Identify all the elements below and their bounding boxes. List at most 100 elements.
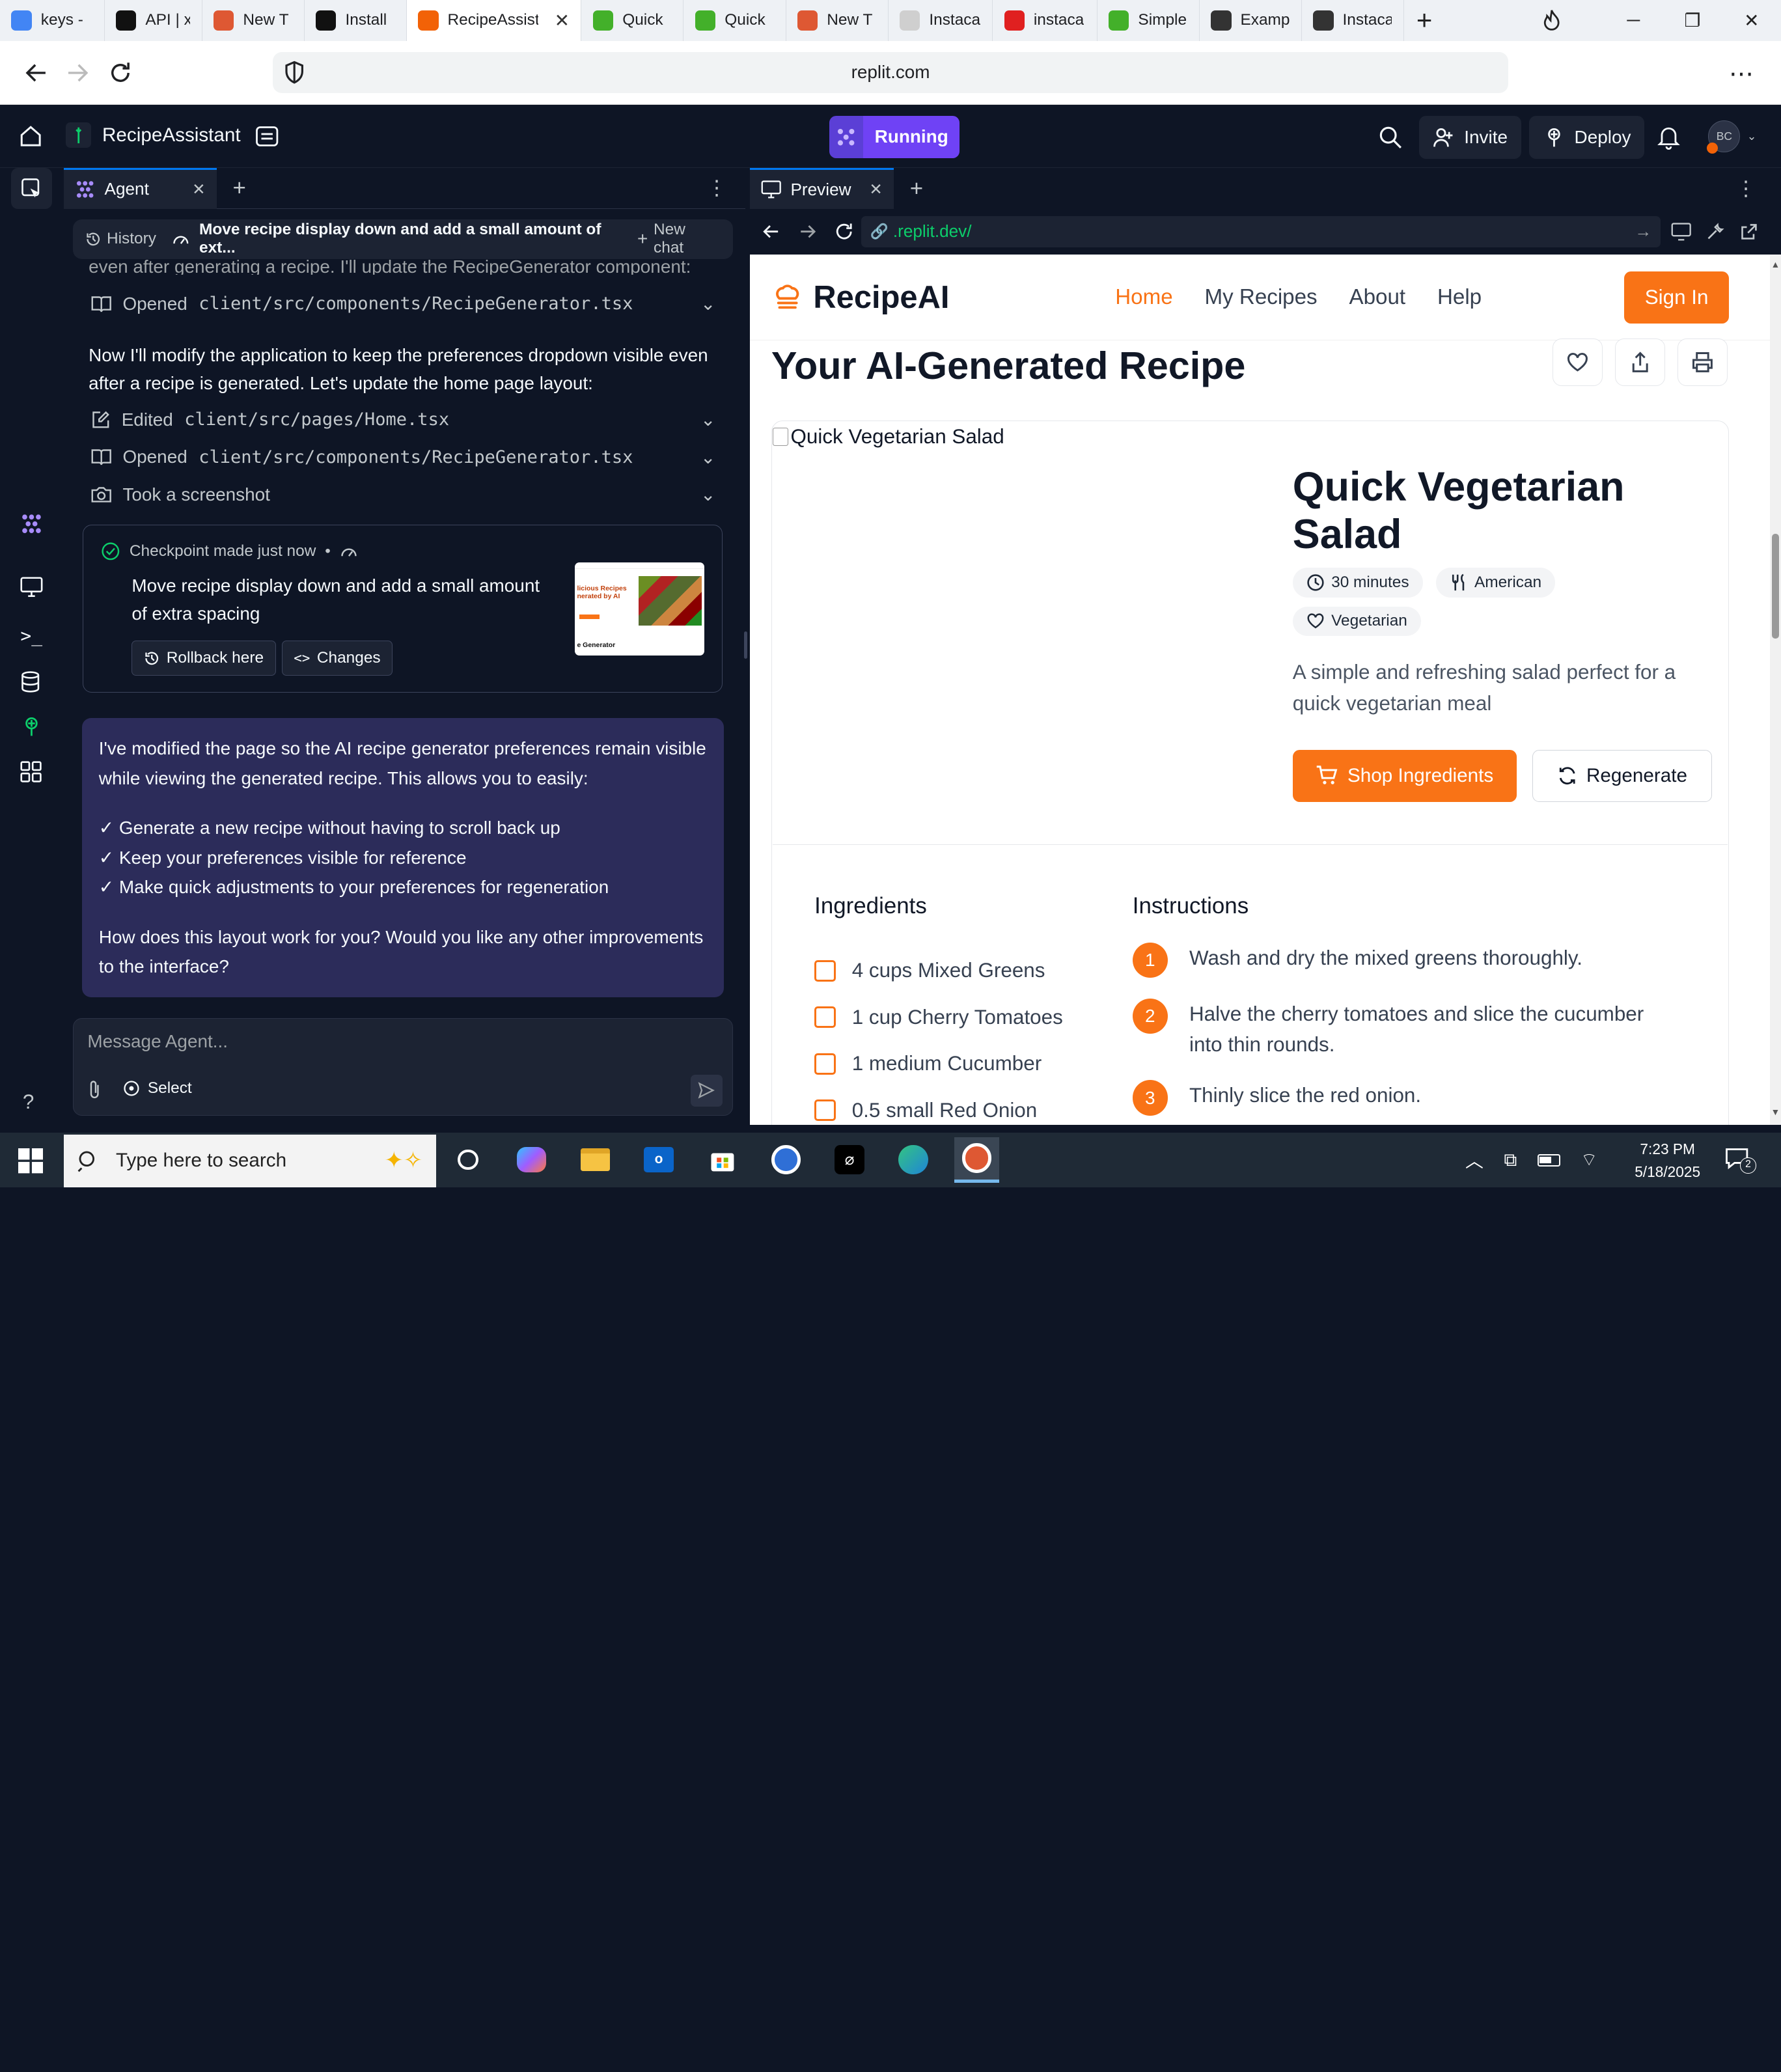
duckduckgo-taskbar-icon[interactable] [954,1137,1000,1183]
rollback-button[interactable]: Rollback here [131,641,276,676]
nav-link-home[interactable]: Home [1115,285,1172,310]
close-tab-icon[interactable]: ✕ [869,180,882,199]
tab-options-icon[interactable]: ⋮ [706,176,726,200]
message-input[interactable]: Message Agent... [87,1031,712,1052]
chat-title[interactable]: Move recipe display down and add a small… [172,221,637,257]
add-tab-button[interactable]: + [910,176,923,202]
nav-link-my-recipes[interactable]: My Recipes [1205,285,1318,310]
notifications-bell-icon[interactable] [1657,125,1680,150]
step-screenshot[interactable]: Took a screenshot ⌄ [91,484,715,505]
rail-database-icon[interactable] [20,670,40,693]
browser-tab[interactable]: instaca [993,0,1098,41]
print-button[interactable] [1677,338,1728,387]
nav-link-about[interactable]: About [1349,285,1405,310]
tab-options-icon[interactable]: ⋮ [1735,177,1756,200]
search-icon[interactable] [1378,125,1403,150]
panel-resize-handle[interactable] [743,631,748,659]
open-new-window-icon[interactable] [1740,223,1758,241]
sidebar-toggle[interactable] [11,168,53,210]
forward-icon[interactable] [64,59,91,87]
rail-deployments-icon[interactable] [20,715,43,738]
browser-tab[interactable]: Install [305,0,407,41]
chevron-up-icon[interactable]: ︿ [1465,1147,1484,1173]
browser-tab[interactable]: RecipeAssista ✕ [406,0,582,41]
browser-tab[interactable]: New T [202,0,305,41]
project-switcher[interactable]: RecipeAssistant [66,122,241,148]
step-opened-file[interactable]: Opened client/src/components/RecipeGener… [91,447,715,468]
scrollbar-thumb[interactable] [1772,534,1779,639]
ingredient-checkbox[interactable] [814,960,836,982]
help-icon[interactable]: ? [23,1090,34,1114]
share-button[interactable] [1615,338,1666,387]
edge-icon[interactable] [890,1137,936,1183]
invite-button[interactable]: Invite [1418,115,1521,159]
browser-tab[interactable]: Quick [581,0,684,41]
step-edited-file[interactable]: Edited client/src/pages/Home.tsx ⌄ [91,409,715,430]
address-text[interactable]: replit.com [273,52,1509,93]
add-tab-button[interactable]: + [233,175,246,201]
cortana-icon[interactable] [445,1137,491,1183]
send-button[interactable] [690,1074,723,1107]
select-button[interactable]: Select [122,1079,192,1098]
chevron-down-icon[interactable]: ⌄ [700,484,715,505]
tab-agent[interactable]: Agent ✕ [63,167,217,209]
preview-url-bar[interactable]: 🔗 .replit.dev/ → [861,215,1661,248]
deploy-button[interactable]: Deploy [1528,115,1645,159]
preview-forward-icon[interactable] [797,221,818,242]
nav-link-help[interactable]: Help [1437,285,1482,310]
rail-shell-icon[interactable]: >_ [20,625,42,646]
device-icon[interactable] [1671,223,1691,241]
browser-tab[interactable]: Quick [683,0,786,41]
favorite-button[interactable] [1553,338,1603,387]
ingredient-checkbox[interactable] [814,1053,836,1075]
rail-agent-icon[interactable] [20,514,43,534]
browser-tab[interactable]: Examp [1200,0,1302,41]
back-icon[interactable] [23,59,50,87]
preview-scrollbar[interactable]: ▲ ▼ [1769,254,1781,1125]
copilot-icon[interactable] [509,1137,555,1183]
file-explorer-icon[interactable] [572,1137,618,1183]
browser-tab[interactable]: API | x/ [105,0,202,41]
chevron-down-icon[interactable]: ⌄ [700,447,715,468]
new-tab-button[interactable]: + [1404,0,1445,41]
rail-preview-icon[interactable] [20,577,43,598]
flame-icon[interactable] [1522,0,1581,41]
browser-tab[interactable]: Simple [1098,0,1200,41]
browser-tab[interactable]: Instaca [1302,0,1404,41]
ingredient-checkbox[interactable] [814,1006,836,1029]
taskbar-search[interactable]: Type here to search ✦✧ [63,1135,437,1187]
regenerate-button[interactable]: Regenerate [1532,749,1712,802]
more-menu-icon[interactable]: ⋯ [1729,59,1755,89]
account-menu[interactable]: BC ⌄ [1706,120,1756,154]
wifi-icon[interactable]: ⌔ [1581,1149,1597,1172]
restore-button[interactable]: ❐ [1663,0,1722,41]
chevron-down-icon[interactable]: ⌄ [700,409,715,430]
outlook-icon[interactable]: o [636,1137,682,1183]
preview-back-icon[interactable] [761,221,781,242]
shop-ingredients-button[interactable]: Shop Ingredients [1292,749,1517,802]
clock[interactable]: 7:23 PM 5/18/2025 [1631,1138,1704,1183]
reload-icon[interactable] [107,59,134,87]
battery-icon[interactable] [1537,1153,1560,1167]
tab-preview[interactable]: Preview ✕ [749,168,894,210]
run-button[interactable]: Running [829,115,960,158]
scroll-down-arrow[interactable]: ▼ [1771,1107,1780,1117]
devtools-icon[interactable] [1706,223,1724,241]
rail-all-tools-icon[interactable] [20,761,42,782]
notification-center[interactable]: 2 [1724,1147,1756,1174]
close-tab-icon[interactable]: ✕ [192,180,205,199]
project-info-icon[interactable] [255,125,279,148]
browser-tab[interactable]: New T [786,0,889,41]
checkpoint-thumbnail[interactable]: licious Recipes nerated by AI e Generato… [574,562,704,656]
store-icon[interactable] [700,1137,745,1183]
sign-in-button[interactable]: Sign In [1624,271,1729,324]
xbox-icon[interactable] [764,1137,809,1183]
new-chat-button[interactable]: + New chat [637,221,719,257]
app-dark-icon[interactable]: ⌀ [827,1137,872,1183]
step-opened-file[interactable]: Opened client/src/components/RecipeGener… [91,293,715,314]
minimize-button[interactable]: ─ [1604,0,1663,41]
scroll-up-arrow[interactable]: ▲ [1771,259,1780,269]
site-logo[interactable]: RecipeAI [773,279,949,316]
ingredient-checkbox[interactable] [814,1099,836,1122]
chevron-down-icon[interactable]: ⌄ [700,293,715,314]
